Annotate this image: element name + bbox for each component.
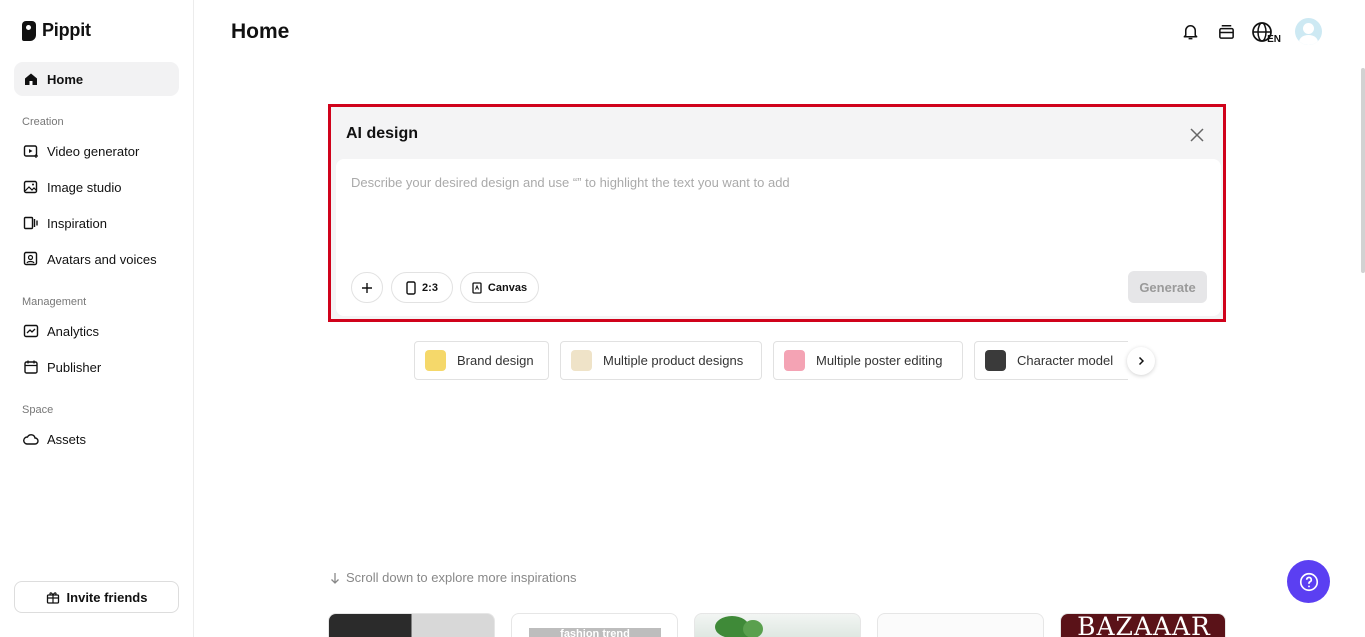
page-title: Home: [231, 20, 290, 43]
sidebar-item-image-studio[interactable]: Image studio: [14, 170, 179, 204]
sidebar-item-avatars-and-voices[interactable]: Avatars and voices: [14, 242, 179, 276]
suggestion-thumbnail: [985, 350, 1006, 371]
inspiration-card[interactable]: BAZAAAR: [1060, 613, 1226, 637]
aspect-ratio-selector[interactable]: 2:3: [391, 272, 453, 303]
ai-design-title: AI design: [346, 125, 419, 142]
inspiration-icon: [23, 216, 38, 230]
image-icon: [23, 180, 38, 194]
sidebar-item-label: Image studio: [47, 179, 122, 195]
canvas-label: Canvas: [487, 281, 528, 294]
add-attachment-button[interactable]: [351, 272, 383, 303]
page-scrollbar[interactable]: [1361, 68, 1365, 273]
language-switcher[interactable]: EN: [1251, 21, 1281, 45]
home-icon: [25, 73, 37, 85]
sidebar-item-label: Publisher: [47, 359, 102, 375]
close-icon[interactable]: [1189, 127, 1205, 143]
design-prompt-input[interactable]: [351, 175, 1191, 235]
help-icon: [1299, 572, 1318, 591]
inspiration-card[interactable]: fashion trend: [511, 613, 678, 637]
suggestion-thumbnail: [571, 350, 592, 371]
suggestions-next-button[interactable]: [1127, 347, 1155, 375]
language-code: EN: [1267, 33, 1281, 45]
suggestion-thumbnail: [784, 350, 805, 371]
user-avatar[interactable]: [1295, 18, 1322, 45]
app-window: Pippit Home Creation Video generator Ima…: [0, 0, 1365, 637]
aspect-ratio-label: 2:3: [422, 281, 438, 294]
analytics-icon: [23, 324, 39, 338]
suggestion-thumbnail: [425, 350, 446, 371]
avatar-voice-icon: [23, 251, 38, 266]
invite-friends-label: Invite friends: [66, 589, 148, 605]
inbox-button[interactable]: [1215, 21, 1237, 43]
prompt-box: 2:3 Canvas Generate: [336, 159, 1221, 316]
suggestion-multiple-product-designs[interactable]: Multiple product designs: [560, 341, 762, 380]
sidebar-item-label: Video generator: [47, 143, 140, 159]
canvas-selector[interactable]: Canvas: [460, 272, 539, 303]
sidebar-item-label: Avatars and voices: [47, 251, 157, 267]
calendar-icon: [24, 360, 38, 374]
inspiration-card[interactable]: [877, 613, 1044, 637]
suggestion-label: Multiple poster editing: [816, 353, 943, 368]
canvas-icon: [472, 281, 482, 294]
sidebar-item-video-generator[interactable]: Video generator: [14, 134, 179, 168]
chevron-right-icon: [1138, 356, 1145, 366]
inspiration-card-text: BAZAAAR: [1077, 613, 1211, 637]
notifications-button[interactable]: [1179, 21, 1201, 43]
suggestion-list: Brand design Multiple product designs Mu…: [414, 341, 1128, 381]
sidebar-item-label: Home: [47, 71, 84, 87]
inspiration-card-text: fashion trend: [529, 628, 661, 637]
sidebar: Pippit Home Creation Video generator Ima…: [0, 0, 194, 637]
brand-logo[interactable]: Pippit: [22, 20, 91, 41]
suggestion-label: Character model: [1017, 353, 1114, 368]
scroll-hint-label: Scroll down to explore more inspirations: [346, 570, 577, 585]
invite-friends-button[interactable]: Invite friends: [14, 581, 179, 613]
sidebar-item-label: Inspiration: [47, 215, 107, 231]
sidebar-item-inspiration[interactable]: Inspiration: [14, 206, 179, 240]
sidebar-item-home[interactable]: Home: [14, 62, 179, 96]
sidebar-item-label: Assets: [47, 431, 87, 447]
plus-icon: [362, 282, 372, 293]
arrow-down-icon: [331, 572, 339, 584]
section-label-creation: Creation: [22, 116, 64, 128]
suggestion-label: Multiple product designs: [603, 353, 744, 368]
pippit-logo-icon: [22, 20, 36, 41]
top-toolbar: EN: [1179, 18, 1322, 45]
portrait-ratio-icon: [406, 280, 416, 295]
section-label-space: Space: [22, 404, 54, 416]
sidebar-item-assets[interactable]: Assets: [14, 422, 179, 456]
cloud-icon: [23, 434, 39, 445]
inbox-icon: [1218, 25, 1234, 39]
help-button[interactable]: [1287, 560, 1330, 603]
suggestion-label: Brand design: [457, 353, 534, 368]
suggestion-multiple-poster-editing[interactable]: Multiple poster editing: [773, 341, 963, 380]
gift-icon: [46, 592, 59, 604]
video-icon: [23, 145, 38, 158]
generate-button[interactable]: Generate: [1128, 271, 1207, 303]
sidebar-item-publisher[interactable]: Publisher: [14, 350, 179, 384]
scroll-hint: Scroll down to explore more inspirations: [330, 570, 577, 585]
sidebar-item-label: Analytics: [47, 323, 100, 339]
inspiration-card[interactable]: [694, 613, 861, 637]
bell-icon: [1183, 25, 1198, 40]
ai-design-panel: AI design 2:3 Canvas Generate: [328, 104, 1226, 322]
inspiration-card[interactable]: [328, 613, 495, 637]
plant-graphic: [743, 620, 763, 637]
section-label-management: Management: [22, 296, 87, 308]
suggestion-brand-design[interactable]: Brand design: [414, 341, 549, 380]
suggestion-character-model[interactable]: Character model: [974, 341, 1128, 380]
sidebar-item-analytics[interactable]: Analytics: [14, 314, 179, 348]
brand-name: Pippit: [42, 20, 91, 40]
